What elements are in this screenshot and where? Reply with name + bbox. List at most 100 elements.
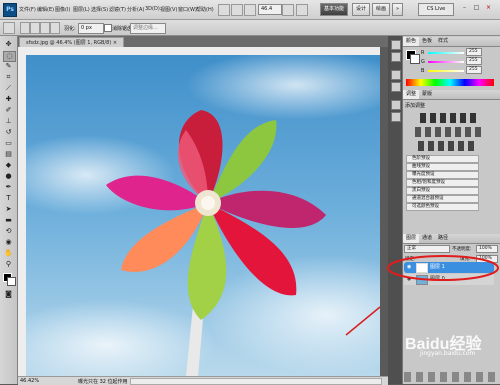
workspace-painting-button[interactable]: 绘画 — [372, 3, 391, 16]
hand-icon[interactable] — [244, 4, 256, 16]
menu-filter[interactable]: 滤镜(T) — [109, 6, 126, 13]
feather-input[interactable]: 0 px — [78, 23, 104, 34]
clone-source-panel-icon[interactable] — [391, 112, 401, 122]
menu-window[interactable]: 窗口(W) — [178, 6, 197, 13]
menu-view[interactable]: 视图(V) — [160, 6, 177, 13]
tab-styles[interactable]: 样式 — [435, 37, 451, 46]
color-background-swatch[interactable] — [410, 54, 420, 64]
tab-swatches[interactable]: 色板 — [419, 37, 435, 46]
healing-brush-tool-icon[interactable]: ✚ — [3, 95, 14, 104]
character-panel-icon[interactable] — [391, 70, 401, 80]
slider-g-value[interactable]: 255 — [466, 57, 482, 65]
3d-rotate-tool-icon[interactable]: ⟲ — [3, 227, 14, 236]
preset-channel-mixer[interactable]: 通道混合器预设 — [406, 195, 479, 203]
tab-adjustments[interactable]: 调整 — [403, 90, 420, 99]
quick-select-tool-icon[interactable]: ✎ — [3, 62, 14, 71]
eyedropper-tool-icon[interactable]: ⟋ — [3, 84, 14, 93]
layers-panel-footer-icons[interactable] — [404, 372, 498, 382]
hand-tool-icon[interactable]: ✋ — [3, 249, 14, 258]
tab-masks[interactable]: 蒙版 — [419, 90, 435, 99]
opacity-label: 不透明度: — [452, 247, 472, 252]
zoom-level-field[interactable]: 46.4 — [258, 4, 282, 15]
cs-live-button[interactable]: CS Live — [418, 3, 454, 16]
workspace-essentials-button[interactable]: 基本功能 — [320, 3, 349, 16]
shape-tool-icon[interactable]: ▬ — [3, 216, 14, 225]
preset-exposure[interactable]: 曝光度预设 — [406, 171, 479, 179]
history-panel-icon[interactable] — [391, 40, 401, 50]
preset-curves[interactable]: 曲线预设 — [406, 163, 479, 171]
preset-levels[interactable]: 色阶预设 — [406, 155, 479, 163]
mini-bridge-icon[interactable] — [231, 4, 243, 16]
menu-help[interactable]: 帮助(H) — [196, 6, 214, 13]
color-spectrum-ramp[interactable] — [406, 79, 494, 86]
eraser-tool-icon[interactable]: ▭ — [3, 139, 14, 148]
type-tool-icon[interactable]: T — [3, 194, 14, 203]
tab-paths[interactable]: 路径 — [435, 234, 451, 243]
crop-tool-icon[interactable]: ⌗ — [3, 73, 14, 82]
slider-r-label: R — [421, 50, 425, 56]
clone-stamp-tool-icon[interactable]: ⊥ — [3, 117, 14, 126]
preset-black-white[interactable]: 黑白预设 — [406, 187, 479, 195]
3d-orbit-tool-icon[interactable]: ◉ — [3, 238, 14, 247]
new-selection-icon[interactable] — [20, 22, 30, 34]
pen-tool-icon[interactable]: ✒ — [3, 183, 14, 192]
adjustment-icons-row-3[interactable] — [418, 141, 478, 151]
adjustment-icons-row-1[interactable] — [420, 113, 480, 123]
blur-tool-icon[interactable]: ◆ — [3, 161, 14, 170]
subtract-selection-icon[interactable] — [40, 22, 50, 34]
feather-label: 羽化: — [64, 26, 76, 32]
move-tool-icon[interactable]: ✥ — [3, 40, 14, 49]
bridge-icon[interactable] — [218, 4, 230, 16]
pinwheel-photo — [26, 55, 380, 376]
slider-b-value[interactable]: 255 — [466, 66, 482, 74]
adjustments-panel-tabs: 调整 蒙版 — [403, 90, 500, 100]
background-color-swatch[interactable] — [7, 277, 16, 286]
slider-r-track[interactable] — [428, 52, 464, 54]
document-canvas[interactable] — [26, 55, 380, 376]
lasso-tool-icon[interactable]: ◌ — [3, 51, 16, 62]
zoom-tool-icon[interactable]: ⚲ — [3, 260, 14, 269]
brush-panel-icon[interactable] — [391, 100, 401, 110]
minimize-icon[interactable]: – — [460, 3, 469, 12]
slider-g-track[interactable] — [428, 61, 464, 63]
opacity-input[interactable]: 100% — [476, 245, 498, 253]
menu-analysis[interactable]: 分析(A) — [127, 6, 144, 13]
preset-hue-saturation[interactable]: 色相/饱和度预设 — [406, 179, 479, 187]
actions-panel-icon[interactable] — [391, 52, 401, 62]
menu-layer[interactable]: 图层(L) — [73, 6, 90, 13]
intersect-selection-icon[interactable] — [50, 22, 60, 34]
menu-image[interactable]: 图像(I) — [55, 6, 70, 13]
quick-mask-icon[interactable]: ◙ — [3, 290, 14, 299]
slider-b-track[interactable] — [428, 70, 464, 72]
menu-select[interactable]: 选择(S) — [91, 6, 108, 13]
tab-layers[interactable]: 图层 — [403, 234, 420, 243]
add-selection-icon[interactable] — [30, 22, 40, 34]
red-highlight-ellipse — [387, 255, 499, 281]
maximize-icon[interactable]: □ — [472, 3, 481, 12]
refine-edge-button[interactable]: 调整边缘... — [130, 23, 166, 34]
workspace-more-button[interactable]: » — [392, 3, 404, 16]
menu-3d[interactable]: 3D(D) — [145, 6, 160, 12]
gradient-tool-icon[interactable]: ▤ — [3, 150, 14, 159]
tool-preset-icon[interactable] — [3, 22, 15, 34]
workspace-design-button[interactable]: 设计 — [352, 3, 371, 16]
history-brush-tool-icon[interactable]: ↺ — [3, 128, 14, 137]
close-icon[interactable]: × — [484, 3, 493, 12]
status-zoom[interactable]: 46.42% — [20, 378, 39, 384]
blend-mode-select[interactable]: 正常 — [404, 245, 450, 253]
path-select-tool-icon[interactable]: ➤ — [3, 205, 14, 214]
tab-channels[interactable]: 通道 — [419, 234, 435, 243]
menu-edit[interactable]: 编辑(E) — [37, 6, 54, 13]
slider-r-value[interactable]: 255 — [466, 48, 482, 56]
color-panel-tabs: 颜色 色板 样式 — [403, 37, 500, 47]
screen-mode-icon[interactable] — [296, 4, 308, 16]
paragraph-panel-icon[interactable] — [391, 82, 401, 92]
adjustment-icons-row-2[interactable] — [415, 127, 485, 137]
arrange-documents-icon[interactable] — [282, 4, 294, 16]
dodge-tool-icon[interactable]: ● — [3, 172, 14, 181]
brush-tool-icon[interactable]: ✐ — [3, 106, 14, 115]
tab-color[interactable]: 颜色 — [403, 37, 420, 46]
menu-file[interactable]: 文件(F) — [19, 6, 36, 13]
preset-selective-color[interactable]: 可选颜色预设 — [406, 203, 479, 211]
antialias-checkbox[interactable] — [104, 24, 112, 32]
